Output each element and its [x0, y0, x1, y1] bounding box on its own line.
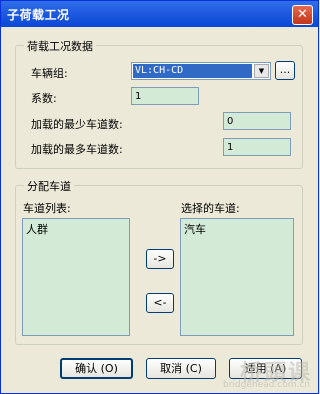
max-lanes-input[interactable]: 1 [223, 138, 291, 156]
min-lanes-input[interactable]: 0 [223, 112, 291, 130]
window-title: 子荷载工况 [7, 8, 70, 22]
lane-list-label: 车道列表: [23, 202, 71, 215]
title-bar[interactable]: 子荷载工况 ✕ [1, 1, 318, 27]
cancel-button[interactable]: 取消 (C) [146, 358, 216, 379]
vehicle-group-value: VL:CH-CD [133, 64, 252, 78]
min-lanes-label: 加载的最少车道数: [31, 118, 123, 131]
lane-assignment-group: 分配车道 车道列表: 人群 -> <- 选择的车道: 汽车 [15, 178, 303, 345]
vehicle-group-select[interactable]: VL:CH-CD ▼ [131, 62, 271, 80]
selected-lanes-box[interactable]: 汽车 [180, 218, 294, 336]
dropdown-arrow-icon[interactable]: ▼ [254, 64, 269, 78]
dialog-window: 子荷载工况 ✕ 荷载工况数据 车辆组: VL:CH-CD ▼ ... 系数: 1… [0, 0, 319, 394]
list-item[interactable]: 汽车 [184, 221, 290, 237]
coefficient-input[interactable]: 1 [131, 87, 199, 105]
list-item[interactable]: 人群 [26, 221, 126, 237]
coefficient-label: 系数: [31, 92, 57, 105]
ok-button[interactable]: 确认 (O) [60, 358, 133, 379]
lane-assignment-title: 分配车道 [24, 178, 74, 194]
lane-list-box[interactable]: 人群 [22, 218, 130, 336]
watermark-url: bridgehead.com.cn [223, 380, 310, 390]
load-case-data-title: 荷载工况数据 [24, 38, 96, 54]
add-lane-button[interactable]: -> [146, 249, 174, 269]
load-case-data-group: 荷载工况数据 车辆组: VL:CH-CD ▼ ... 系数: 1 加载的最少车道… [15, 38, 303, 169]
selected-lanes-label: 选择的车道: [181, 202, 240, 215]
vehicle-group-label: 车辆组: [31, 67, 68, 80]
remove-lane-button[interactable]: <- [146, 293, 174, 313]
close-button[interactable]: ✕ [292, 5, 313, 25]
browse-button[interactable]: ... [275, 61, 295, 80]
max-lanes-label: 加载的最多车道数: [31, 143, 123, 156]
